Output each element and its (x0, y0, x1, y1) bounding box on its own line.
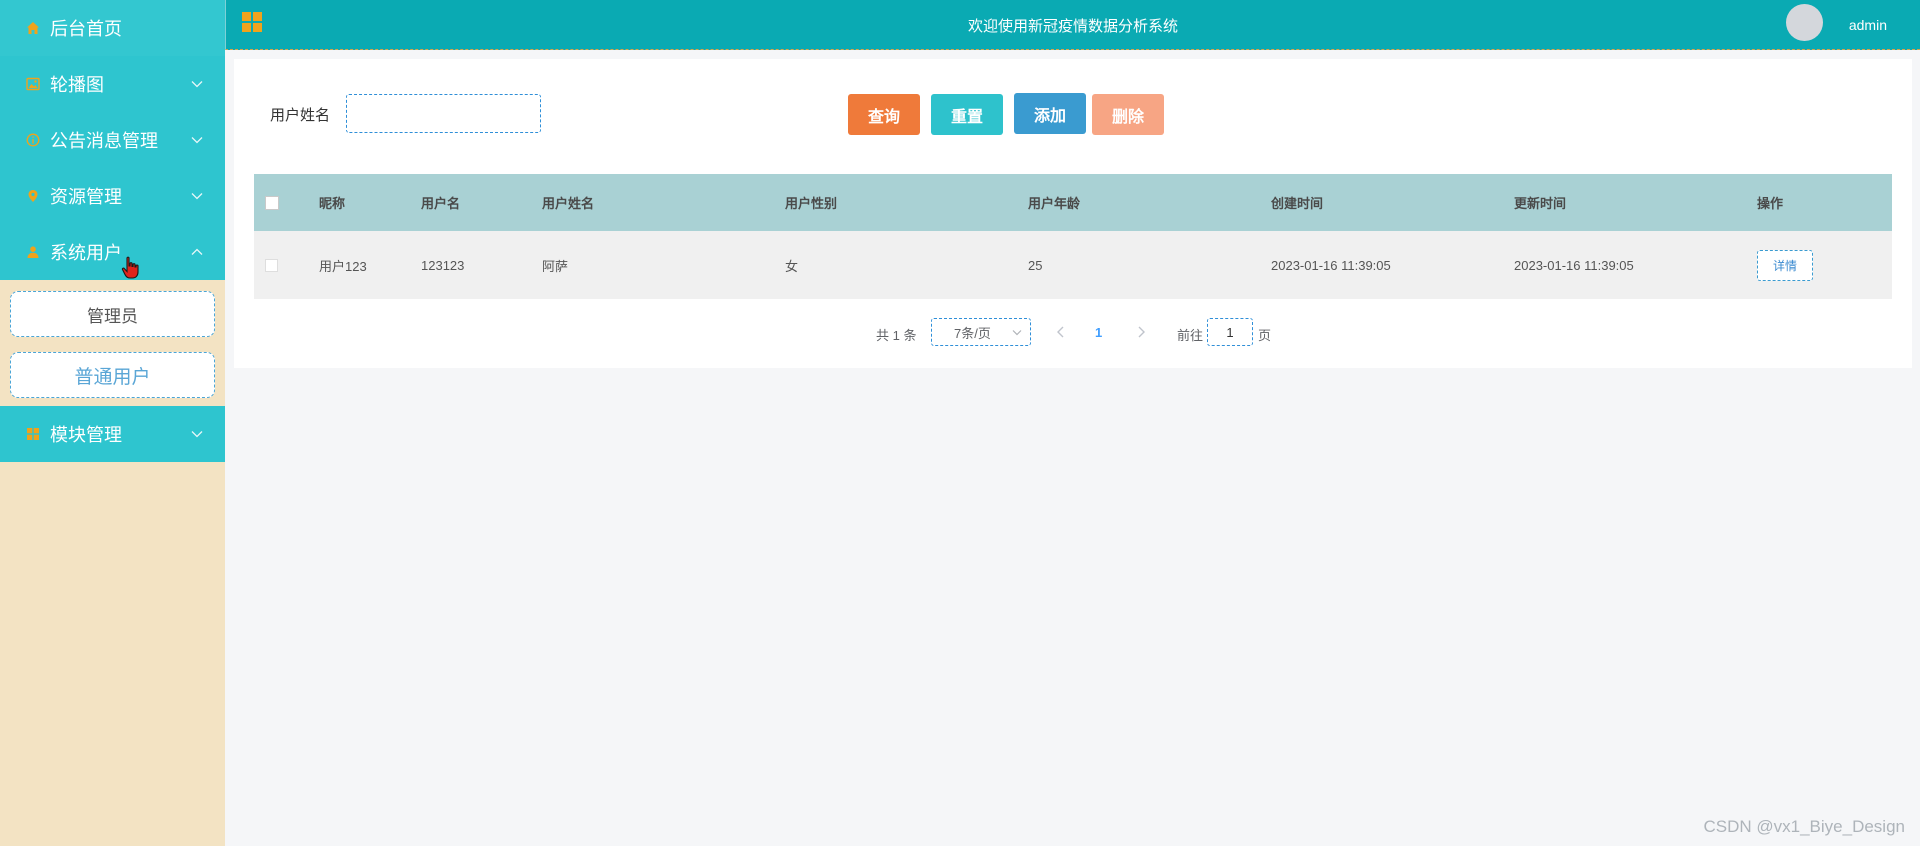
location-icon (26, 189, 40, 203)
column-header: 用户名 (421, 196, 461, 211)
sidebar: 后台首页 轮播图 公告消息管理 资源管理 系统用户 管理员 普通用户 模块管理 (0, 0, 225, 846)
row-checkbox[interactable] (265, 258, 278, 272)
sidebar-item-label: 资源管理 (50, 187, 122, 207)
chevron-down-icon (191, 430, 203, 438)
sidebar-item-notices[interactable]: 公告消息管理 (0, 112, 225, 168)
sidebar-item-label: 系统用户 (50, 243, 122, 263)
next-page-icon[interactable] (1134, 324, 1148, 340)
prev-page-icon[interactable] (1054, 324, 1068, 340)
sidebar-item-modules[interactable]: 模块管理 (0, 406, 225, 462)
watermark: CSDN @vx1_Biye_Design (1703, 817, 1905, 836)
chevron-down-icon (191, 80, 203, 88)
cell-updated-time: 2023-01-16 11:39:05 (1514, 257, 1634, 273)
cell-nickname: 用户123 (319, 258, 367, 274)
submenu-item-admin[interactable]: 管理员 (10, 291, 215, 337)
sidebar-item-system-users[interactable]: 系统用户 (0, 224, 225, 280)
cell-created-time: 2023-01-16 11:39:05 (1271, 257, 1391, 273)
pagination-total: 共 1 条 (876, 328, 917, 343)
column-header: 更新时间 (1514, 196, 1567, 211)
detail-button[interactable]: 详情 (1757, 249, 1813, 281)
sidebar-item-carousel[interactable]: 轮播图 (0, 56, 225, 112)
chevron-down-icon (191, 192, 203, 200)
page-suffix: 页 (1258, 328, 1272, 343)
hand-cursor-icon (121, 256, 141, 280)
page-title: 欢迎使用新冠疫情数据分析系统 (967, 18, 1178, 35)
goto-label: 前往 (1177, 328, 1204, 343)
image-icon (26, 77, 40, 91)
chevron-down-icon (191, 136, 203, 144)
page-size-value: 7条/页 (954, 325, 991, 341)
goto-page-input[interactable] (1207, 318, 1253, 346)
cell-name: 阿萨 (542, 258, 569, 274)
add-button[interactable]: 添加 (1014, 93, 1086, 134)
home-icon (26, 21, 40, 35)
chevron-up-icon (191, 248, 203, 256)
user-icon (26, 245, 40, 259)
delete-button[interactable]: 删除 (1092, 94, 1164, 135)
grid-icon (26, 427, 40, 441)
system-users-submenu: 管理员 普通用户 (0, 280, 225, 406)
column-header: 昵称 (319, 196, 346, 211)
sidebar-item-label: 公告消息管理 (50, 131, 158, 151)
sidebar-item-resources[interactable]: 资源管理 (0, 168, 225, 224)
sidebar-item-label: 模块管理 (50, 425, 122, 445)
cell-gender: 女 (785, 258, 799, 274)
info-icon (26, 133, 40, 147)
reset-button[interactable]: 重置 (931, 94, 1003, 135)
column-header: 创建时间 (1271, 196, 1324, 211)
cell-actions: 详情 (1757, 249, 1813, 281)
select-all-checkbox[interactable] (265, 195, 279, 210)
column-header: 用户姓名 (542, 196, 595, 211)
table-row: 用户123 123123 阿萨 女 25 2023-01-16 11:39:05… (254, 231, 1892, 299)
search-input[interactable] (346, 94, 541, 133)
table-header: 昵称 用户名 用户姓名 用户性别 用户年龄 创建时间 更新时间 操作 (254, 174, 1892, 231)
column-header: 用户年龄 (1028, 196, 1081, 211)
avatar[interactable] (1786, 4, 1823, 41)
search-label: 用户姓名 (270, 107, 331, 124)
chevron-down-icon (1012, 329, 1022, 336)
top-header: 欢迎使用新冠疫情数据分析系统 admin (225, 0, 1920, 50)
page-size-select[interactable]: 7条/页 (931, 318, 1031, 346)
query-button[interactable]: 查询 (848, 94, 920, 135)
pagination: 共 1 条 7条/页 1 前往 页 (234, 318, 1912, 348)
sidebar-item-label: 后台首页 (50, 19, 122, 39)
sidebar-item-home[interactable]: 后台首页 (0, 0, 225, 56)
sidebar-item-label: 轮播图 (50, 75, 104, 95)
column-header: 操作 (1757, 196, 1784, 211)
main-panel: 用户姓名 查询 重置 添加 删除 昵称 用户名 用户姓名 用户性别 用户年龄 创… (234, 59, 1912, 368)
cell-age: 25 (1028, 257, 1043, 273)
column-header: 用户性别 (785, 196, 838, 211)
current-page[interactable]: 1 (1095, 325, 1102, 340)
submenu-item-normal-users[interactable]: 普通用户 (10, 352, 215, 398)
username-label[interactable]: admin (1849, 17, 1887, 33)
users-table: 昵称 用户名 用户姓名 用户性别 用户年龄 创建时间 更新时间 操作 用户123… (254, 174, 1892, 299)
cell-username: 123123 (421, 257, 465, 273)
